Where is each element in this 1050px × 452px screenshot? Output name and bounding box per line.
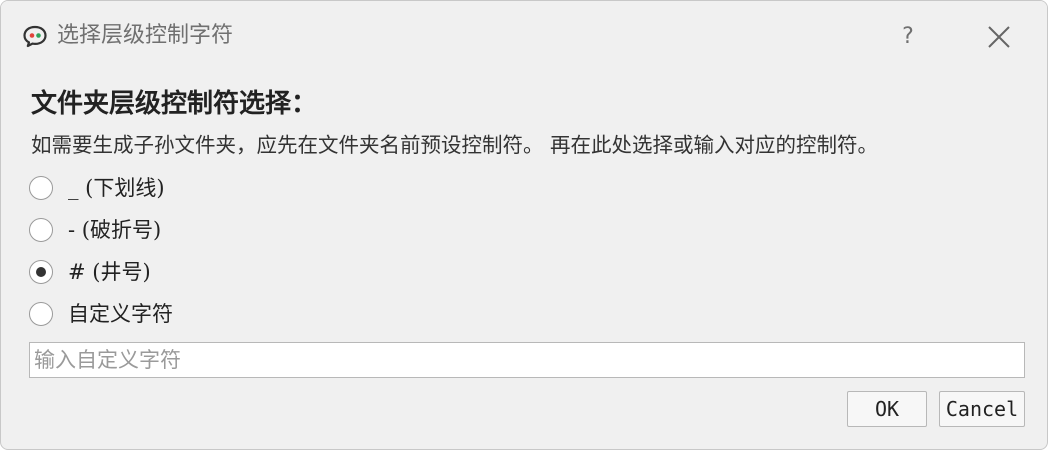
help-button[interactable]: ? (885, 19, 931, 55)
cancel-button[interactable]: Cancel (939, 391, 1025, 427)
title-bar: 选择层级控制字符 ? (1, 1, 1047, 67)
close-icon (975, 26, 1023, 61)
window-title: 选择层级控制字符 (57, 23, 234, 48)
radio-button[interactable] (29, 218, 53, 242)
radio-option-hash[interactable]: # (井号) (29, 257, 151, 287)
radio-option-dash[interactable]: - (破折号) (29, 215, 161, 245)
radio-button[interactable] (29, 260, 53, 284)
radio-option-custom[interactable]: 自定义字符 (29, 299, 173, 329)
radio-label: # (井号) (68, 260, 151, 284)
radio-label: - (破折号) (68, 218, 162, 242)
dialog-description: 如需要生成子孙文件夹，应先在文件夹名前预设控制符。 再在此处选择或输入对应的控制… (31, 133, 879, 157)
radio-button[interactable] (29, 302, 53, 326)
dialog-body: 文件夹层级控制符选择： 如需要生成子孙文件夹，应先在文件夹名前预设控制符。 再在… (1, 67, 1047, 449)
ok-button[interactable]: OK (847, 391, 927, 427)
radio-label: _ (下划线) (68, 176, 165, 200)
radio-option-underscore[interactable]: _ (下划线) (29, 173, 165, 203)
close-button[interactable] (975, 17, 1023, 57)
speech-bubble-icon (22, 24, 48, 48)
custom-character-input[interactable] (29, 342, 1025, 378)
radio-label: 自定义字符 (68, 302, 173, 326)
dialog-heading: 文件夹层级控制符选择： (31, 89, 318, 119)
dialog-window: 选择层级控制字符 ? 文件夹层级控制符选择： 如需要生成子孙文件夹，应先在文件夹… (0, 0, 1048, 450)
radio-button[interactable] (29, 176, 53, 200)
